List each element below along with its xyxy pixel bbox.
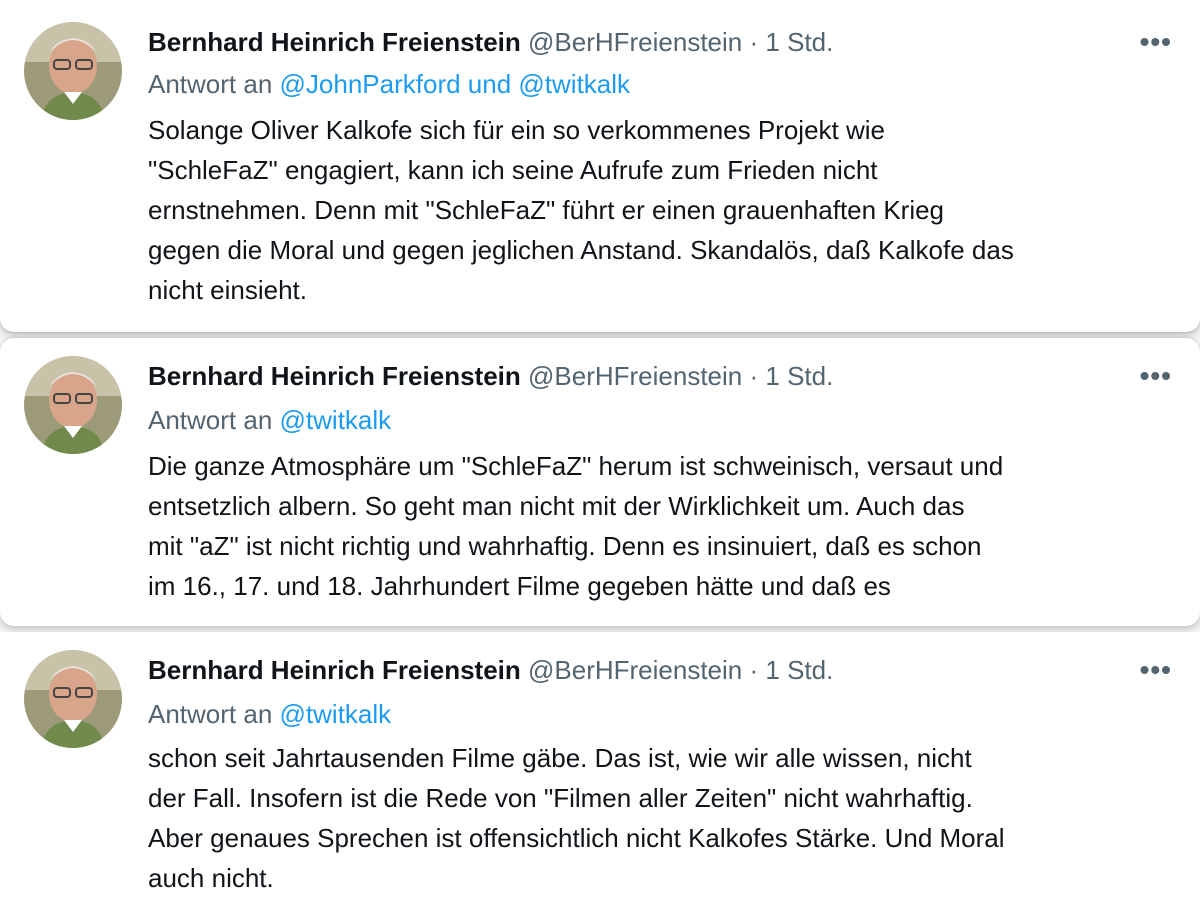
avatar[interactable] bbox=[24, 22, 122, 120]
timestamp[interactable]: 1 Std. bbox=[765, 361, 833, 391]
more-options-icon[interactable]: ••• bbox=[1140, 362, 1172, 390]
tweet-text-line: schon seit Jahrtausenden Filme gäbe. Das… bbox=[148, 743, 972, 773]
author-handle[interactable]: @BerHFreienstein bbox=[528, 27, 742, 57]
reply-mention-link[interactable]: @JohnParkford und @twitkalk bbox=[280, 69, 631, 99]
tweet-text-line: "SchleFaZ" engagiert, kann ich seine Auf… bbox=[148, 155, 878, 185]
more-options-icon[interactable]: ••• bbox=[1140, 28, 1172, 56]
tweet-1[interactable]: Bernhard Heinrich Freienstein @BerHFreie… bbox=[0, 0, 1200, 332]
tweet-header: Bernhard Heinrich Freienstein @BerHFreie… bbox=[148, 654, 833, 686]
separator: · bbox=[749, 361, 759, 391]
tweet-text-line: entsetzlich albern. So geht man nicht mi… bbox=[148, 491, 965, 521]
reply-mention-link[interactable]: @twitkalk bbox=[280, 699, 392, 729]
author-handle[interactable]: @BerHFreienstein bbox=[528, 655, 742, 685]
tweet-3[interactable]: Bernhard Heinrich Freienstein @BerHFreie… bbox=[0, 632, 1200, 912]
reply-context: Antwort an @twitkalk bbox=[148, 698, 391, 730]
author-name[interactable]: Bernhard Heinrich Freienstein bbox=[148, 361, 521, 391]
avatar[interactable] bbox=[24, 356, 122, 454]
reply-context: Antwort an @JohnParkford und @twitkalk bbox=[148, 68, 630, 100]
tweet-header: Bernhard Heinrich Freienstein @BerHFreie… bbox=[148, 360, 833, 392]
reply-prefix: Antwort an bbox=[148, 69, 273, 99]
tweet-text-line: nicht einsieht. bbox=[148, 275, 307, 305]
author-handle[interactable]: @BerHFreienstein bbox=[528, 361, 742, 391]
avatar[interactable] bbox=[24, 650, 122, 748]
more-options-icon[interactable]: ••• bbox=[1140, 656, 1172, 684]
separator: · bbox=[749, 27, 759, 57]
reply-prefix: Antwort an bbox=[148, 699, 273, 729]
tweet-text-line: ernstnehmen. Denn mit "SchleFaZ" führt e… bbox=[148, 195, 945, 225]
tweet-text-line: Solange Oliver Kalkofe sich für ein so v… bbox=[148, 115, 885, 145]
timestamp[interactable]: 1 Std. bbox=[765, 27, 833, 57]
tweet-text: Solange Oliver Kalkofe sich für ein so v… bbox=[148, 110, 1178, 310]
tweet-text-line: mit "aZ" ist nicht richtig und wahrhafti… bbox=[148, 531, 982, 561]
tweet-text-line: im 16., 17. und 18. Jahrhundert Filme ge… bbox=[148, 571, 891, 601]
tweet-text-line: gegen die Moral und gegen jeglichen Anst… bbox=[148, 235, 1014, 265]
tweet-text-line: der Fall. Insofern ist die Rede von "Fil… bbox=[148, 783, 973, 813]
author-name[interactable]: Bernhard Heinrich Freienstein bbox=[148, 655, 521, 685]
tweet-text-line: auch nicht. bbox=[148, 863, 274, 893]
tweet-2[interactable]: Bernhard Heinrich Freienstein @BerHFreie… bbox=[0, 338, 1200, 626]
author-name[interactable]: Bernhard Heinrich Freienstein bbox=[148, 27, 521, 57]
separator: · bbox=[749, 655, 759, 685]
tweet-text: schon seit Jahrtausenden Filme gäbe. Das… bbox=[148, 738, 1178, 898]
reply-prefix: Antwort an bbox=[148, 405, 273, 435]
tweet-text-line: Aber genaues Sprechen ist offensichtlich… bbox=[148, 823, 1005, 853]
tweet-header: Bernhard Heinrich Freienstein @BerHFreie… bbox=[148, 26, 833, 58]
tweet-text-line: Die ganze Atmosphäre um "SchleFaZ" herum… bbox=[148, 451, 1004, 481]
reply-mention-link[interactable]: @twitkalk bbox=[280, 405, 392, 435]
tweet-text: Die ganze Atmosphäre um "SchleFaZ" herum… bbox=[148, 446, 1178, 606]
reply-context: Antwort an @twitkalk bbox=[148, 404, 391, 436]
timestamp[interactable]: 1 Std. bbox=[765, 655, 833, 685]
